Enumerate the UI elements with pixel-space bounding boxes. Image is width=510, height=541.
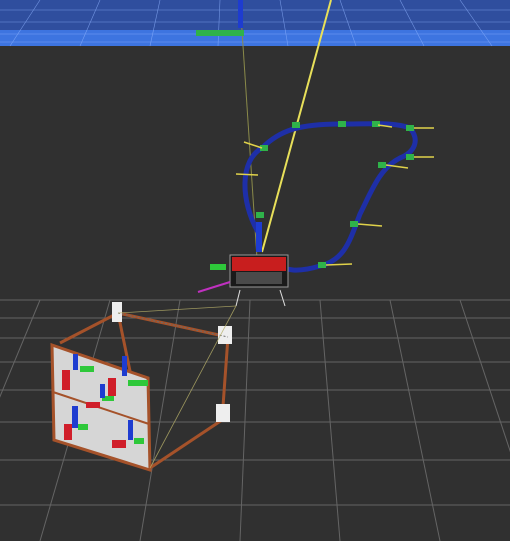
frame-marker bbox=[216, 404, 230, 422]
waypoint-marker bbox=[338, 121, 346, 127]
waypoint-marker bbox=[256, 212, 264, 218]
frame-marker bbox=[112, 302, 122, 322]
waypoint-marker bbox=[350, 221, 358, 227]
scene-canvas[interactable] bbox=[0, 0, 510, 541]
3d-viewport[interactable] bbox=[0, 0, 510, 541]
robot-axis-z bbox=[256, 222, 262, 252]
waypoint-marker bbox=[318, 262, 326, 268]
waypoint-marker bbox=[406, 154, 414, 160]
waypoint-marker bbox=[378, 162, 386, 168]
water-surface bbox=[0, 0, 510, 47]
robot-axis-y bbox=[210, 264, 226, 270]
waypoint-marker bbox=[406, 125, 414, 131]
waypoint-marker bbox=[292, 122, 300, 128]
waypoint-marker bbox=[372, 121, 380, 127]
